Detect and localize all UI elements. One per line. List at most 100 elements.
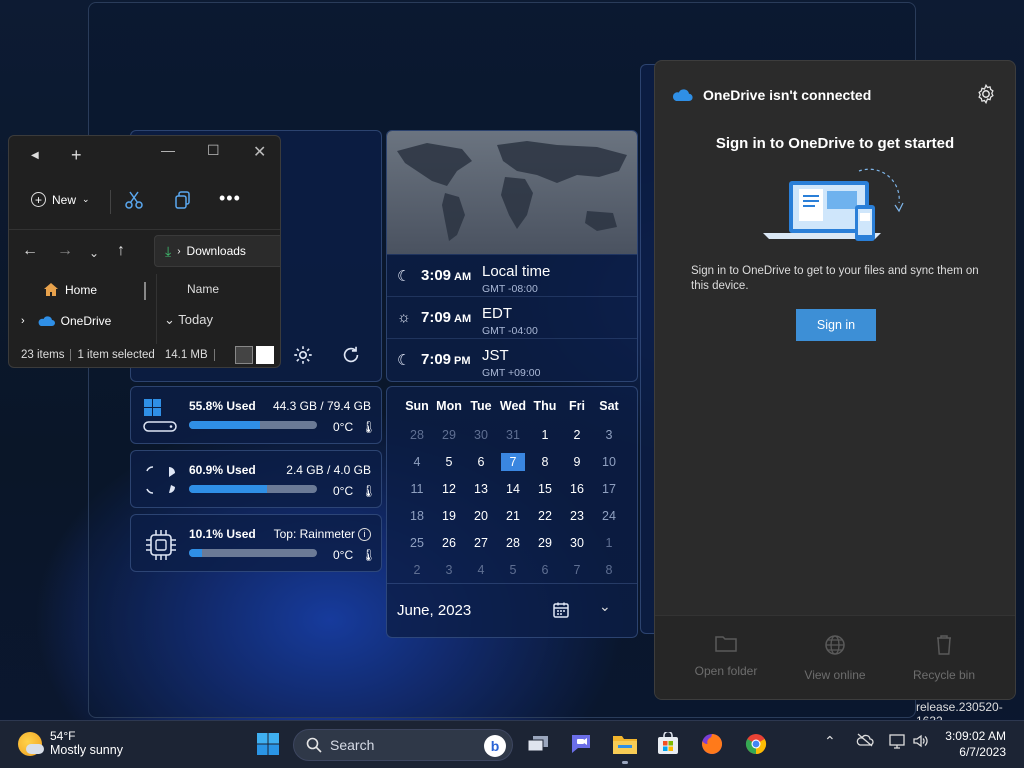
calendar-day[interactable]: 6 <box>529 563 561 577</box>
weather-text: 54°F Mostly sunny <box>50 729 123 758</box>
start-windows-icon[interactable] <box>253 729 283 759</box>
microsoft-store-icon[interactable] <box>653 729 683 759</box>
calendar-day[interactable]: 21 <box>497 509 529 523</box>
new-tab-icon[interactable]: + <box>71 145 82 166</box>
calendar-day[interactable]: 31 <box>497 428 529 442</box>
calendar-day[interactable]: 3 <box>433 563 465 577</box>
thermometer-icon: 🌡︎ <box>361 420 377 434</box>
clock-time: 7:09 AM <box>421 309 471 326</box>
calendar-day[interactable]: 15 <box>529 482 561 496</box>
more-options-icon[interactable]: ••• <box>219 188 241 209</box>
large-icons-view-icon[interactable] <box>256 346 274 364</box>
open-folder-button[interactable]: Open folder <box>671 634 781 678</box>
calendar-day[interactable]: 28 <box>401 428 433 442</box>
close-icon[interactable]: ✕ <box>253 142 266 162</box>
calendar-day[interactable]: 28 <box>497 536 529 550</box>
chrome-icon[interactable] <box>741 729 771 759</box>
clock-time-value: 7:09 <box>421 351 452 368</box>
cut-icon[interactable] <box>125 190 143 213</box>
tab-scroll-left-icon[interactable]: ◀ <box>31 150 39 161</box>
rainmeter-refresh-icon[interactable] <box>340 344 362 371</box>
calendar-day[interactable]: 2 <box>401 563 433 577</box>
calendar-day[interactable]: 11 <box>401 482 433 496</box>
firefox-icon[interactable] <box>697 729 727 759</box>
new-button[interactable]: + New ⌄ <box>31 192 90 207</box>
calendar-day[interactable]: 24 <box>593 509 625 523</box>
forward-arrow-icon[interactable]: → <box>57 242 73 260</box>
calendar-day[interactable]: 19 <box>433 509 465 523</box>
settings-gear-icon[interactable] <box>975 83 997 110</box>
minimize-icon[interactable]: — <box>161 142 175 158</box>
calendar-day[interactable]: 29 <box>529 536 561 550</box>
calendar-day[interactable]: 5 <box>433 455 465 469</box>
info-icon[interactable]: i <box>358 528 371 541</box>
up-arrow-icon[interactable]: ↑ <box>117 242 125 260</box>
taskbar-clock[interactable]: 3:09:02 AM 6/7/2023 <box>945 728 1006 760</box>
calendar-day[interactable]: 6 <box>465 455 497 469</box>
calendar-day[interactable]: 14 <box>497 482 529 496</box>
calendar-day-today[interactable]: 7 <box>501 452 525 471</box>
back-arrow-icon[interactable]: ← <box>22 242 38 260</box>
address-downloads[interactable]: Downloads <box>187 244 246 258</box>
calendar-day[interactable]: 27 <box>465 536 497 550</box>
calendar-day[interactable]: 23 <box>561 509 593 523</box>
nav-item-onedrive[interactable]: › OneDrive <box>21 314 111 328</box>
network-icon[interactable] <box>888 733 906 752</box>
maximize-icon[interactable]: ☐ <box>207 142 220 159</box>
show-hidden-icons-chevron-icon[interactable]: ⌃ <box>824 733 836 750</box>
calendar-day[interactable]: 13 <box>465 482 497 496</box>
calendar-day[interactable]: 25 <box>401 536 433 550</box>
calendar-day[interactable]: 4 <box>465 563 497 577</box>
recent-locations-chevron-icon[interactable]: ⌄ <box>89 246 99 260</box>
clock-zone: EDT <box>482 305 512 322</box>
view-online-button[interactable]: View online <box>780 634 890 682</box>
calendar-day[interactable]: 20 <box>465 509 497 523</box>
file-explorer-taskbar-icon[interactable] <box>610 729 640 759</box>
onedrive-offline-icon[interactable] <box>856 733 874 750</box>
task-view-icon[interactable] <box>523 729 553 759</box>
calendar-day[interactable]: 26 <box>433 536 465 550</box>
taskbar-search-box[interactable]: Search b <box>293 729 513 761</box>
calendar-month-label[interactable]: June, 2023 <box>397 602 471 619</box>
column-header-name[interactable]: Name <box>187 282 219 296</box>
calendar-day[interactable]: 10 <box>593 455 625 469</box>
calendar-day[interactable]: 1 <box>593 536 625 550</box>
calendar-day[interactable]: 2 <box>561 428 593 442</box>
bing-icon[interactable]: b <box>484 735 506 757</box>
sign-in-button[interactable]: Sign in <box>796 309 876 341</box>
calendar-day[interactable]: 7 <box>561 563 593 577</box>
calendar-day[interactable]: 4 <box>401 455 433 469</box>
calendar-day[interactable]: 30 <box>465 428 497 442</box>
calendar-icon[interactable] <box>552 601 570 624</box>
calendar-day[interactable]: 8 <box>529 455 561 469</box>
onedrive-flyout: OneDrive isn't connected Sign in to OneD… <box>654 60 1016 700</box>
calendar-day[interactable]: 30 <box>561 536 593 550</box>
calendar-day[interactable]: 22 <box>529 509 561 523</box>
calendar-day[interactable]: 29 <box>433 428 465 442</box>
calendar-day[interactable]: 12 <box>433 482 465 496</box>
nav-item-home[interactable]: Home <box>43 282 97 297</box>
meter-temperature: 0°C <box>333 420 354 434</box>
recycle-bin-button[interactable]: Recycle bin <box>889 634 999 682</box>
expand-chevron-icon[interactable]: › <box>21 315 25 327</box>
teams-chat-icon[interactable] <box>566 729 596 759</box>
calendar-day[interactable]: 8 <box>593 563 625 577</box>
nav-pane-scrollbar[interactable] <box>144 282 146 300</box>
calendar-day[interactable]: 9 <box>561 455 593 469</box>
calendar-day[interactable]: 17 <box>593 482 625 496</box>
volume-icon[interactable] <box>912 733 930 752</box>
weather-widget[interactable]: 54°F Mostly sunny <box>18 729 123 758</box>
calendar-day[interactable]: 16 <box>561 482 593 496</box>
calendar-day[interactable]: 18 <box>401 509 433 523</box>
group-header-today[interactable]: ⌄ Today <box>164 312 213 328</box>
address-bar[interactable]: ⤓ › Downloads <box>154 235 280 267</box>
calendar-day[interactable]: 3 <box>593 428 625 442</box>
meter-temperature: 0°C <box>333 548 354 562</box>
details-view-icon[interactable] <box>235 346 253 364</box>
calendar-day[interactable]: 1 <box>529 428 561 442</box>
rainmeter-settings-icon[interactable] <box>292 344 314 371</box>
meter-capacity: 2.4 GB / 4.0 GB <box>286 463 371 477</box>
copy-icon[interactable] <box>174 190 192 213</box>
chevron-down-icon[interactable]: ⌄ <box>599 598 611 615</box>
calendar-day[interactable]: 5 <box>497 563 529 577</box>
